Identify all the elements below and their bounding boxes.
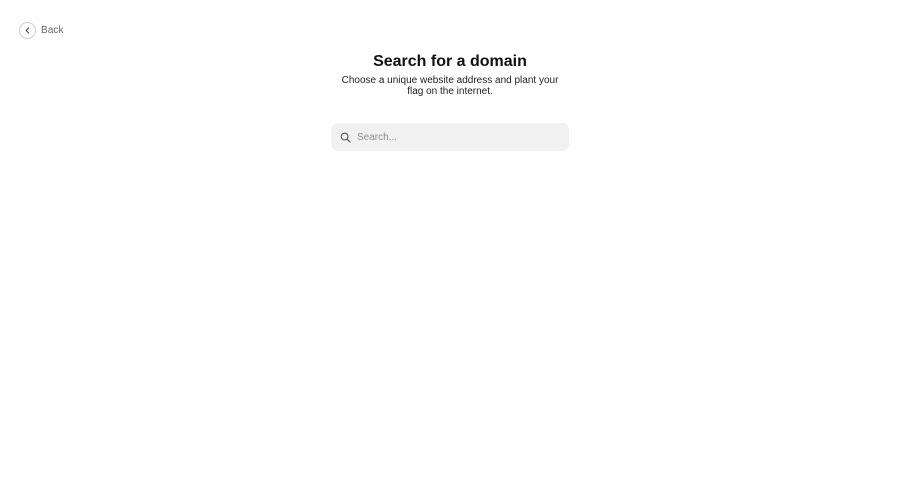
search-icon	[340, 132, 351, 143]
page-title: Search for a domain	[373, 53, 527, 70]
page-subtitle: Choose a unique website address and plan…	[341, 75, 559, 97]
back-icon-circle[interactable]	[19, 21, 36, 39]
search-bar[interactable]	[331, 123, 569, 151]
chevron-left-icon	[25, 26, 30, 34]
search-input[interactable]	[357, 125, 557, 149]
back-button[interactable]: Back	[19, 21, 64, 39]
back-label[interactable]: Back	[41, 25, 64, 36]
